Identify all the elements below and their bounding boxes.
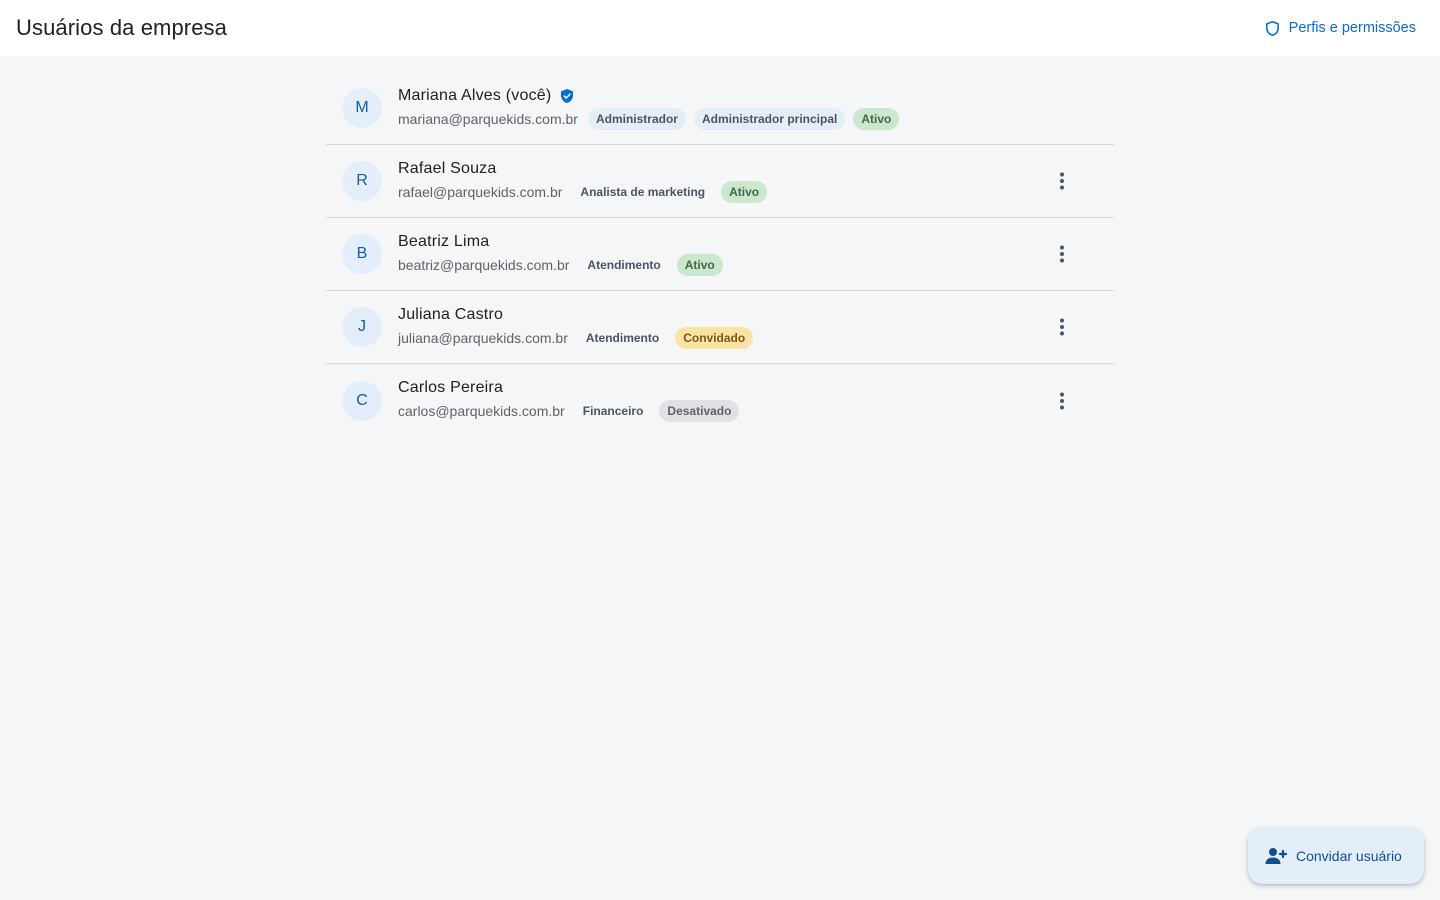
user-email: beatriz@parquekids.com.br (398, 256, 570, 273)
user-email: juliana@parquekids.com.br (398, 329, 568, 346)
meta-line: beatriz@parquekids.com.br Atendimento At… (398, 253, 723, 276)
more-vert-icon (1060, 245, 1064, 263)
name-line: Beatriz Lima (398, 233, 723, 251)
name-line: Carlos Pereira (398, 379, 739, 397)
role-chip: Administrador (587, 107, 686, 130)
user-info: Juliana Castro juliana@parquekids.com.br… (398, 306, 754, 349)
role-chip: Atendimento (585, 330, 660, 345)
role-chip: Administrador principal (693, 107, 846, 130)
more-options-button[interactable] (1050, 389, 1074, 413)
user-row: J Juliana Castro juliana@parquekids.com.… (326, 291, 1114, 364)
verified-icon (559, 88, 575, 104)
person-add-icon (1264, 844, 1288, 868)
role-chip: Atendimento (587, 257, 661, 272)
user-row: M Mariana Alves (você) mariana@parquekid… (326, 72, 1114, 145)
meta-line: carlos@parquekids.com.br Financeiro Desa… (398, 400, 740, 422)
user-row: B Beatriz Lima beatriz@parquekids.com.br… (326, 218, 1114, 291)
user-name: Juliana Castro (398, 305, 504, 323)
meta-line: mariana@parquekids.com.br Administrador … (398, 107, 900, 130)
user-list: M Mariana Alves (você) mariana@parquekid… (326, 72, 1114, 437)
user-name: Beatriz Lima (398, 232, 490, 250)
user-email: mariana@parquekids.com.br (398, 110, 578, 127)
shield-icon (1264, 20, 1281, 37)
avatar: R (342, 161, 382, 201)
more-options-button[interactable] (1050, 315, 1074, 339)
profiles-permissions-link[interactable]: Perfis e permissões (1264, 20, 1416, 37)
status-badge: Convidado (675, 326, 754, 349)
user-info: Rafael Souza rafael@parquekids.com.br An… (398, 160, 768, 203)
avatar: B (342, 234, 382, 274)
role-chip: Analista de marketing (580, 184, 706, 199)
status-badge: Ativo (676, 253, 723, 276)
profiles-permissions-label: Perfis e permissões (1288, 20, 1416, 36)
more-vert-icon (1060, 392, 1064, 409)
user-info: Beatriz Lima beatriz@parquekids.com.br A… (398, 233, 723, 276)
invite-user-label: Convidar usuário (1296, 848, 1402, 864)
user-email: carlos@parquekids.com.br (398, 403, 565, 419)
invite-user-button[interactable]: Convidar usuário (1248, 828, 1424, 884)
status-badge: Ativo (721, 180, 768, 203)
avatar: C (342, 380, 382, 421)
user-info: Mariana Alves (você) mariana@parquekids.… (398, 87, 900, 130)
more-vert-icon (1060, 172, 1064, 190)
role-chip: Financeiro (582, 404, 644, 418)
name-line: Mariana Alves (você) (398, 87, 899, 105)
meta-line: rafael@parquekids.com.br Analista de mar… (398, 180, 768, 203)
avatar: J (342, 307, 382, 347)
meta-line: juliana@parquekids.com.br Atendimento Co… (398, 326, 754, 349)
user-name: Rafael Souza (398, 159, 497, 177)
name-line: Rafael Souza (398, 160, 767, 178)
name-line: Juliana Castro (398, 306, 753, 324)
more-options-button[interactable] (1050, 169, 1074, 193)
status-badge: Desativado (659, 400, 740, 422)
user-row: R Rafael Souza rafael@parquekids.com.br … (326, 145, 1114, 218)
user-name: Mariana Alves (você) (398, 86, 552, 104)
user-name: Carlos Pereira (398, 379, 504, 396)
user-info: Carlos Pereira carlos@parquekids.com.br … (398, 379, 740, 422)
more-options-button[interactable] (1050, 242, 1074, 266)
avatar: M (342, 88, 382, 128)
status-badge: Ativo (853, 107, 900, 130)
page-title: Usuários da empresa (16, 15, 227, 40)
user-row: C Carlos Pereira carlos@parquekids.com.b… (326, 364, 1114, 437)
top-app-bar: Usuários da empresa Perfis e permissões (0, 0, 1440, 56)
user-email: rafael@parquekids.com.br (398, 183, 563, 200)
more-vert-icon (1060, 318, 1064, 336)
